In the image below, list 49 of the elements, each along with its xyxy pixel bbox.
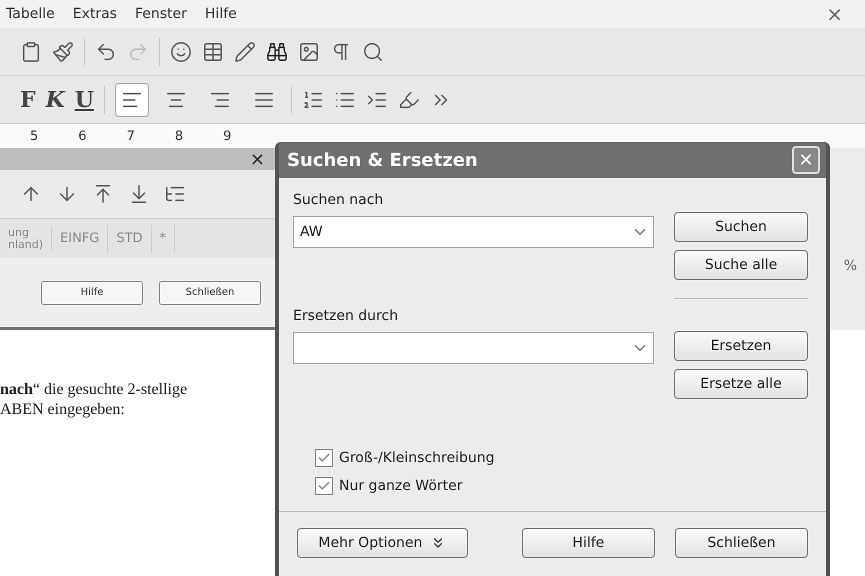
more-options-button[interactable]: Mehr Optionen — [297, 528, 468, 558]
bold-button[interactable]: F — [20, 86, 36, 112]
replace-field[interactable] — [293, 332, 654, 364]
help-button[interactable]: Hilfe — [522, 528, 655, 558]
close-button[interactable]: × — [250, 148, 265, 170]
zoom-status: % — [844, 258, 857, 274]
ruler-number: 7 — [126, 128, 135, 144]
image-icon[interactable] — [298, 40, 320, 62]
pencil-icon[interactable] — [234, 40, 256, 62]
field-label: Suchen nach — [293, 192, 384, 208]
menu-item[interactable]: Hilfe — [204, 6, 237, 22]
dialog-title: Suchen & Ersetzen — [287, 150, 478, 170]
checkbox-label: Nur ganze Wörter — [339, 478, 463, 494]
language-status: ung nland) — [0, 226, 52, 250]
search-field[interactable]: AW — [293, 216, 654, 248]
modified-status: * — [152, 224, 176, 252]
search-button[interactable]: Suchen — [674, 212, 808, 242]
italic-button[interactable]: K — [46, 86, 65, 112]
checkbox[interactable] — [315, 477, 333, 495]
replace-button[interactable]: Ersetzen — [674, 331, 808, 361]
close-button[interactable]: Schließen — [159, 280, 261, 304]
selection-status: STD — [108, 224, 152, 252]
ruler-number: 6 — [78, 128, 87, 144]
search-all-button[interactable]: Suche alle — [674, 250, 808, 280]
binoculars-icon[interactable] — [266, 40, 288, 62]
ruler-number: 8 — [174, 128, 184, 144]
table-icon[interactable] — [202, 40, 224, 62]
paintbrush-icon[interactable] — [52, 40, 74, 62]
align-left-button[interactable] — [114, 82, 149, 116]
ruler-number: 5 — [30, 128, 38, 144]
close-button[interactable]: × — [826, 2, 843, 26]
paste-icon[interactable] — [20, 40, 42, 62]
replace-all-button[interactable]: Ersetze alle — [674, 369, 808, 399]
menu-item[interactable]: Fenster — [134, 6, 187, 22]
search-icon[interactable] — [362, 40, 384, 62]
field-label: Ersetzen durch — [293, 308, 400, 324]
menu-item[interactable]: Extras — [72, 6, 117, 22]
checkbox-label: Groß-/Kleinschreibung — [339, 450, 494, 466]
insert-mode-status: EINFG — [52, 224, 108, 252]
close-button[interactable]: Schließen — [674, 528, 808, 558]
smiley-icon[interactable] — [170, 40, 192, 62]
ruler-number: 9 — [223, 128, 232, 144]
document-text: nach“ die gesuchte 2-stellige — [0, 380, 188, 400]
close-button[interactable]: ✕ — [792, 146, 820, 174]
checkbox[interactable] — [315, 449, 333, 467]
document-text: ABEN eingegeben: — [0, 400, 126, 420]
underline-button[interactable]: U — [74, 86, 94, 112]
help-button[interactable]: Hilfe — [41, 280, 143, 304]
menu-item[interactable]: Tabelle — [6, 6, 55, 22]
